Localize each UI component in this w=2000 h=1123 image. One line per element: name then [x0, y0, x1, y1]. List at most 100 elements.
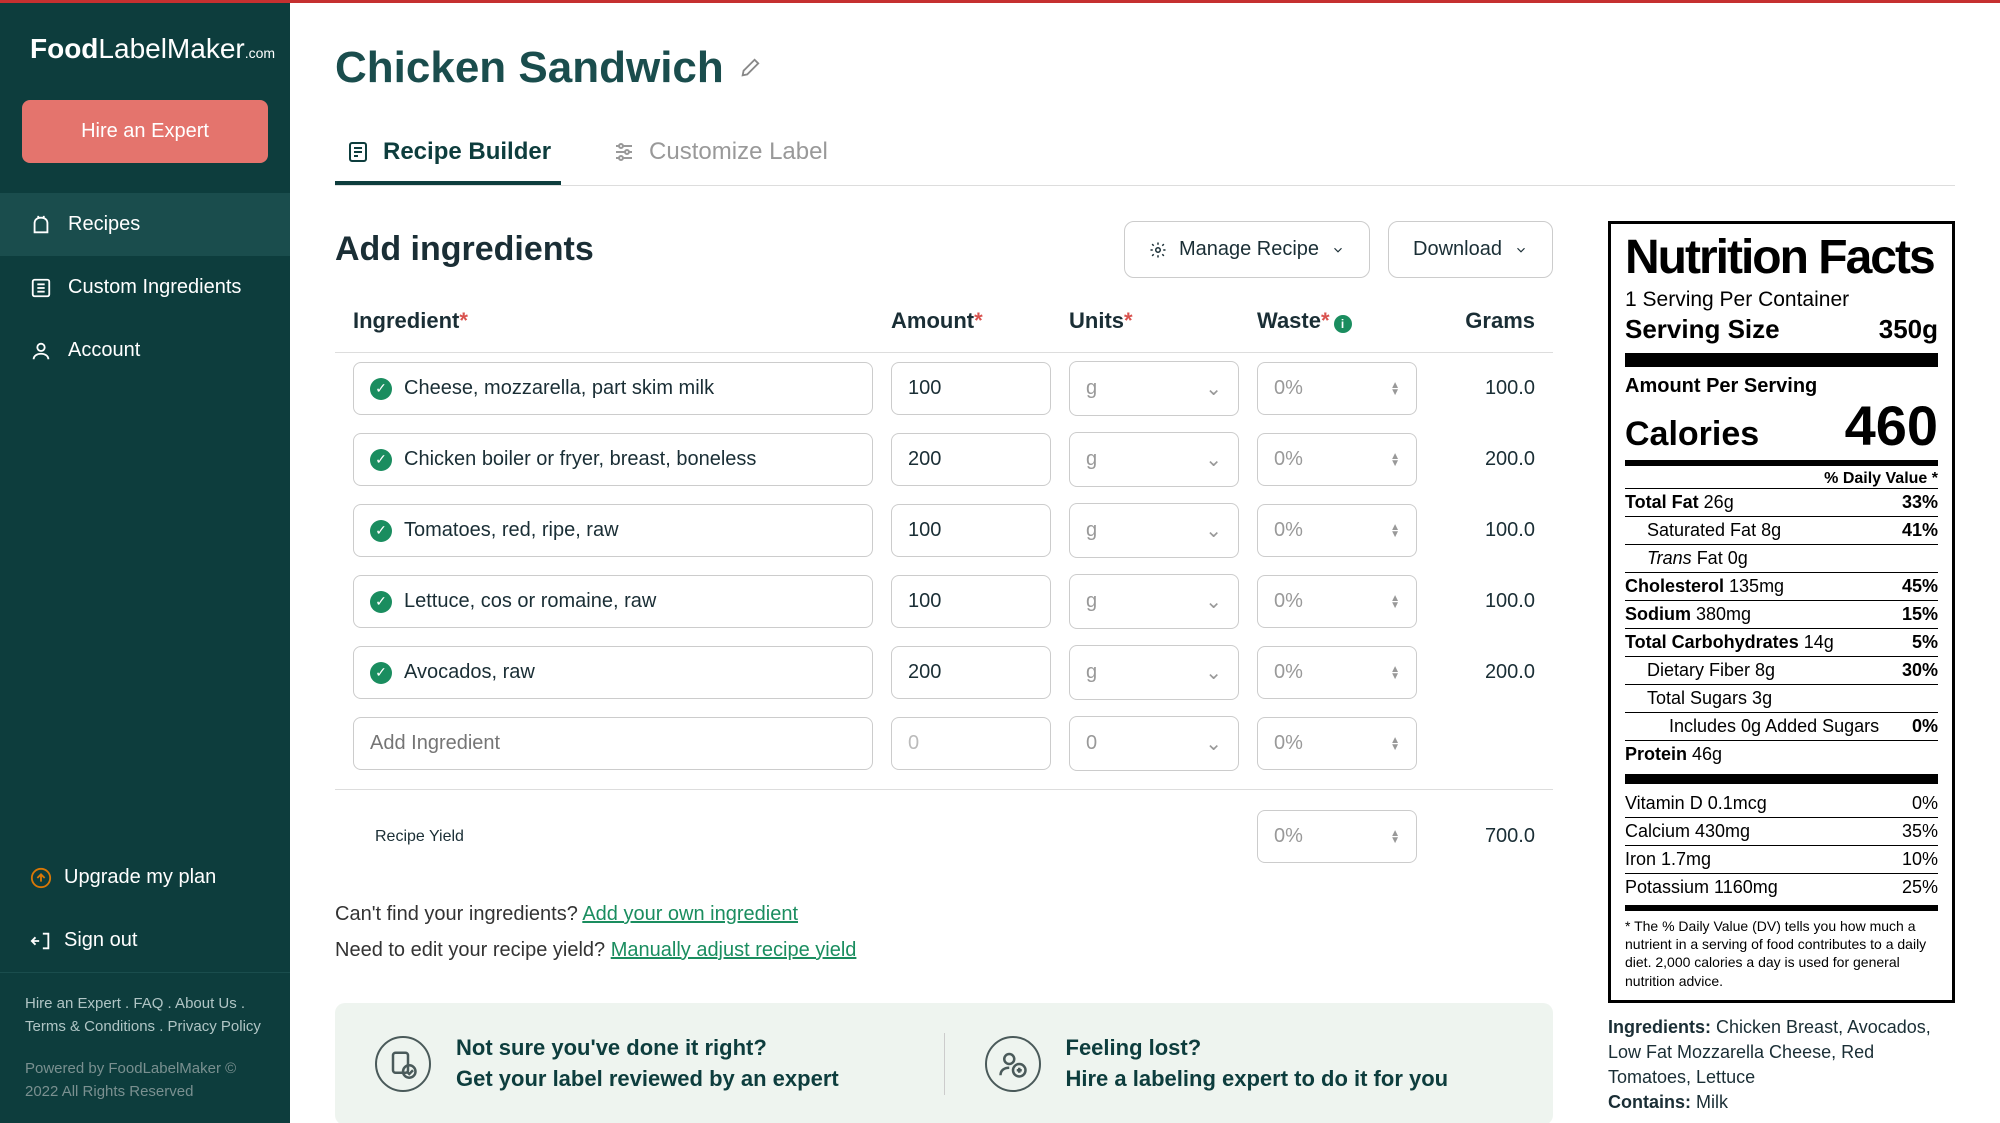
amount-input[interactable]: [891, 362, 1051, 415]
check-icon: ✓: [370, 662, 392, 684]
ingredient-name-input[interactable]: ✓Lettuce, cos or romaine, raw: [353, 575, 873, 628]
upgrade-icon: [30, 867, 52, 889]
table-row: ✓Cheese, mozzarella, part skim milk g⌄ 0…: [335, 353, 1553, 424]
chevron-down-icon: ⌄: [1205, 731, 1222, 756]
amount-input[interactable]: [891, 646, 1051, 699]
stepper-icon[interactable]: ▲▼: [1390, 524, 1400, 538]
waste-input[interactable]: 0%▲▼: [1257, 646, 1417, 699]
table-header: Ingredient* Amount* Units* Waste*i Grams: [335, 308, 1553, 353]
footer-links[interactable]: Hire an Expert . FAQ . About Us . Terms …: [0, 973, 290, 1048]
chevron-down-icon: ⌄: [1205, 376, 1222, 401]
adjust-yield-link[interactable]: Manually adjust recipe yield: [611, 939, 857, 961]
ingredient-name-input[interactable]: ✓Avocados, raw: [353, 646, 873, 699]
units-select[interactable]: g⌄: [1069, 361, 1239, 416]
sidebar-item-label: Account: [68, 339, 140, 362]
tabs: Recipe Builder Customize Label: [335, 123, 1955, 186]
check-icon: ✓: [370, 591, 392, 613]
stepper-icon[interactable]: ▲▼: [1390, 830, 1400, 844]
units-select[interactable]: g⌄: [1069, 645, 1239, 700]
table-row: ✓Avocados, raw g⌄ 0%▲▼ 200.0: [335, 637, 1553, 708]
builder-icon: [345, 139, 371, 165]
ingredients-text: Ingredients: Chicken Breast, Avocados, L…: [1608, 1015, 1955, 1116]
page-title: Chicken Sandwich: [335, 43, 724, 93]
add-ingredient-input[interactable]: [353, 717, 873, 770]
label-title: Nutrition Facts: [1625, 234, 1938, 282]
add-own-ingredient-link[interactable]: Add your own ingredient: [582, 903, 798, 925]
hints: Can't find your ingredients? Add your ow…: [335, 896, 1553, 968]
yield-grams: 700.0: [1435, 825, 1535, 848]
signout-label: Sign out: [64, 929, 137, 952]
download-button[interactable]: Download: [1388, 221, 1553, 278]
ingredient-name-input[interactable]: ✓Chicken boiler or fryer, breast, bonele…: [353, 433, 873, 486]
manage-recipe-button[interactable]: Manage Recipe: [1124, 221, 1370, 278]
stepper-icon[interactable]: ▲▼: [1390, 453, 1400, 467]
hire-card[interactable]: Feeling lost?Hire a labeling expert to d…: [944, 1033, 1514, 1095]
chevron-down-icon: [1331, 243, 1345, 257]
ingredient-name-input[interactable]: ✓Cheese, mozzarella, part skim milk: [353, 362, 873, 415]
waste-input[interactable]: 0%▲▼: [1257, 362, 1417, 415]
review-card[interactable]: Not sure you've done it right?Get your l…: [375, 1033, 904, 1095]
ingredients-table: Ingredient* Amount* Units* Waste*i Grams…: [335, 308, 1553, 871]
amount-input[interactable]: [891, 504, 1051, 557]
amount-input[interactable]: [891, 575, 1051, 628]
chevron-down-icon: [1514, 243, 1528, 257]
amount-input[interactable]: [891, 433, 1051, 486]
sidebar-item-custom-ingredients[interactable]: Custom Ingredients: [0, 256, 290, 319]
waste-input[interactable]: 0%▲▼: [1257, 504, 1417, 557]
stepper-icon[interactable]: ▲▼: [1390, 595, 1400, 609]
tab-recipe-builder[interactable]: Recipe Builder: [335, 123, 561, 185]
add-ingredient-row: 0⌄ 0%▲▼: [335, 708, 1553, 779]
waste-input[interactable]: 0%▲▼: [1257, 717, 1417, 770]
table-row: ✓Tomatoes, red, ripe, raw g⌄ 0%▲▼ 100.0: [335, 495, 1553, 566]
sidebar-item-label: Custom Ingredients: [68, 276, 241, 299]
logo: FoodLabelMaker.com: [0, 3, 290, 90]
tab-label: Customize Label: [649, 138, 828, 166]
main-content: Chicken Sandwich Recipe Builder Customiz…: [290, 3, 2000, 1123]
yield-waste-input[interactable]: 0%▲▼: [1257, 810, 1417, 863]
hire-expert-button[interactable]: Hire an Expert: [22, 100, 268, 163]
sidebar-item-account[interactable]: Account: [0, 319, 290, 382]
check-icon: ✓: [370, 378, 392, 400]
label-note: * The % Daily Value (DV) tells you how m…: [1625, 905, 1938, 990]
expert-icon: [985, 1036, 1041, 1092]
grams-value: 200.0: [1435, 661, 1535, 684]
tab-customize-label[interactable]: Customize Label: [601, 123, 838, 185]
recipe-yield-row: Recipe Yield 0%▲▼ 700.0: [335, 789, 1553, 871]
signout-icon: [30, 930, 52, 952]
stepper-icon[interactable]: ▲▼: [1390, 737, 1400, 751]
section-title: Add ingredients: [335, 230, 594, 269]
upgrade-plan-button[interactable]: Upgrade my plan: [0, 846, 290, 909]
list-icon: [30, 277, 52, 299]
edit-title-icon[interactable]: [739, 57, 761, 79]
ingredient-name-input[interactable]: ✓Tomatoes, red, ripe, raw: [353, 504, 873, 557]
units-select[interactable]: g⌄: [1069, 574, 1239, 629]
col-amount: Amount: [891, 308, 974, 333]
grams-value: 200.0: [1435, 448, 1535, 471]
upgrade-label: Upgrade my plan: [64, 866, 216, 889]
waste-input[interactable]: 0%▲▼: [1257, 433, 1417, 486]
signout-button[interactable]: Sign out: [0, 909, 290, 973]
review-icon: [375, 1036, 431, 1092]
grams-value: 100.0: [1435, 377, 1535, 400]
grams-value: 100.0: [1435, 590, 1535, 613]
units-select[interactable]: 0⌄: [1069, 716, 1239, 771]
table-row: ✓Chicken boiler or fryer, breast, bonele…: [335, 424, 1553, 495]
sidebar-item-recipes[interactable]: Recipes: [0, 193, 290, 256]
button-label: Download: [1413, 238, 1502, 261]
col-ingredient: Ingredient: [353, 308, 459, 333]
recipe-icon: [30, 214, 52, 236]
yield-label: Recipe Yield: [353, 828, 873, 846]
table-row: ✓Lettuce, cos or romaine, raw g⌄ 0%▲▼ 10…: [335, 566, 1553, 637]
stepper-icon[interactable]: ▲▼: [1390, 666, 1400, 680]
expert-cards: Not sure you've done it right?Get your l…: [335, 1003, 1553, 1123]
units-select[interactable]: g⌄: [1069, 432, 1239, 487]
sidebar-item-label: Recipes: [68, 213, 140, 236]
check-icon: ✓: [370, 520, 392, 542]
user-icon: [30, 340, 52, 362]
units-select[interactable]: g⌄: [1069, 503, 1239, 558]
waste-input[interactable]: 0%▲▼: [1257, 575, 1417, 628]
info-icon[interactable]: i: [1334, 315, 1352, 333]
stepper-icon[interactable]: ▲▼: [1390, 382, 1400, 396]
nutrition-label: Nutrition Facts 1 Serving Per Container …: [1608, 221, 1955, 1003]
amount-input[interactable]: [891, 717, 1051, 770]
